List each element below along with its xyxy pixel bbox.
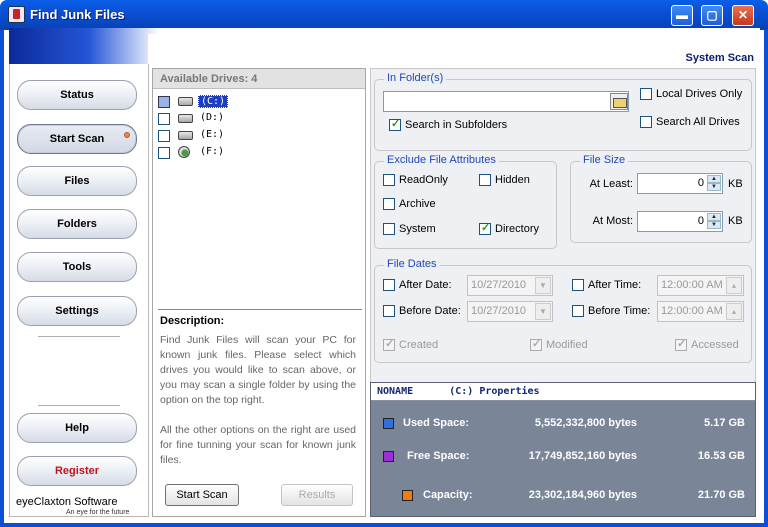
brand-logo-text: eyeClaxton Software [16, 496, 118, 508]
drive-properties-title: NONAME (C:) Properties [371, 383, 755, 401]
sidebar: Status Start Scan Files Folders Tools Se… [9, 64, 149, 517]
at-least-unit: KB [728, 178, 743, 190]
active-indicator-icon [124, 132, 130, 138]
nav-start-scan-button[interactable]: Start Scan [17, 124, 137, 154]
close-button[interactable]: ✕ [732, 5, 754, 26]
hard-drive-icon [178, 114, 193, 123]
folder-path-input[interactable] [383, 91, 629, 112]
spin-icon[interactable]: ▴ [726, 277, 742, 294]
at-least-label: At Least: [589, 178, 633, 190]
cd-drive-icon [178, 146, 190, 158]
nav-tools-button[interactable]: Tools [17, 252, 137, 282]
nav-folders-button[interactable]: Folders [17, 209, 137, 239]
description-title: Description: [160, 315, 225, 327]
checkbox[interactable] [572, 279, 584, 291]
drives-header: Available Drives: 4 [153, 69, 365, 89]
after-time-picker[interactable]: 12:00:00 AM ▴ [657, 275, 744, 296]
at-most-label: At Most: [592, 215, 633, 227]
checkbox[interactable] [640, 116, 652, 128]
checkbox[interactable] [383, 305, 395, 317]
browse-folder-icon[interactable] [610, 93, 628, 110]
spin-up-icon[interactable]: ▲ [707, 213, 721, 221]
header-banner-right [148, 34, 760, 64]
description-divider [158, 309, 362, 310]
app-icon [8, 6, 25, 23]
nav-divider [38, 336, 120, 337]
exclude-attributes-label: Exclude File Attributes [384, 154, 499, 166]
in-folder-label: In Folder(s) [384, 72, 447, 84]
checkbox[interactable] [389, 117, 401, 131]
brand-tagline: An eye for the future [66, 509, 130, 516]
checkbox[interactable] [383, 198, 395, 210]
checkbox[interactable] [640, 88, 652, 100]
description-text: Find Junk Files will scan your PC for kn… [160, 333, 356, 468]
at-least-stepper[interactable]: 0 ▲ ▼ [637, 173, 723, 194]
chevron-down-icon[interactable]: ▼ [535, 277, 551, 294]
drive-label: (E:) [200, 129, 225, 140]
spin-down-icon[interactable]: ▼ [707, 221, 721, 229]
description-paragraph: Find Junk Files will scan your PC for kn… [160, 334, 356, 406]
minimize-button[interactable]: ▬ [671, 5, 693, 26]
register-button[interactable]: Register [17, 456, 137, 486]
capacity-row: Capacity: 23,302,184,960 bytes 21.70 GB [371, 488, 757, 508]
drive-label: (D:) [200, 112, 225, 123]
nav-status-button[interactable]: Status [17, 80, 137, 110]
file-size-label: File Size [580, 154, 629, 166]
description-paragraph: All the other options on the right are u… [160, 424, 356, 466]
nav-settings-button[interactable]: Settings [17, 296, 137, 326]
drive-properties-panel: NONAME (C:) Properties Used Space: 5,552… [370, 382, 756, 517]
before-date-picker[interactable]: 10/27/2010 ▼ [467, 301, 553, 322]
checkbox[interactable] [383, 174, 395, 186]
checkbox[interactable] [383, 337, 395, 351]
title-bar: Find Junk Files ▬ ▢ ✕ [0, 0, 768, 30]
drive-label: (F:) [200, 146, 225, 157]
checkbox[interactable] [572, 305, 584, 317]
checkbox[interactable] [479, 221, 491, 235]
used-space-row: Used Space: 5,552,332,800 bytes 5.17 GB [371, 416, 757, 436]
checkbox[interactable] [383, 223, 395, 235]
results-button[interactable]: Results [281, 484, 353, 506]
chevron-down-icon[interactable]: ▼ [535, 303, 551, 320]
capacity-swatch [402, 490, 413, 501]
drive-checkbox[interactable] [158, 113, 170, 125]
free-space-swatch [383, 451, 394, 462]
start-scan-button[interactable]: Start Scan [165, 484, 239, 506]
nav-files-button[interactable]: Files [17, 166, 137, 196]
after-date-picker[interactable]: 10/27/2010 ▼ [467, 275, 553, 296]
spin-down-icon[interactable]: ▼ [707, 183, 721, 191]
free-space-row: Free Space: 17,749,852,160 bytes 16.53 G… [371, 449, 757, 469]
checkbox[interactable] [675, 337, 687, 351]
drives-panel: Available Drives: 4 (C:) (D:) (E:) (F:) … [152, 68, 366, 517]
help-button[interactable]: Help [17, 413, 137, 443]
drive-checkbox[interactable] [158, 147, 170, 159]
checkbox[interactable] [479, 174, 491, 186]
section-title: System Scan [685, 52, 754, 64]
before-time-picker[interactable]: 12:00:00 AM ▴ [657, 301, 744, 322]
checkbox[interactable] [530, 337, 542, 351]
nav-start-scan-label: Start Scan [49, 133, 105, 145]
spin-icon[interactable]: ▴ [726, 303, 742, 320]
file-dates-label: File Dates [384, 258, 440, 270]
drive-checkbox[interactable] [158, 96, 170, 108]
at-most-unit: KB [728, 215, 743, 227]
hard-drive-icon [178, 97, 193, 106]
spin-up-icon[interactable]: ▲ [707, 175, 721, 183]
maximize-button[interactable]: ▢ [701, 5, 723, 26]
checkbox[interactable] [383, 279, 395, 291]
hard-drive-icon [178, 131, 193, 140]
at-most-stepper[interactable]: 0 ▲ ▼ [637, 211, 723, 232]
drive-checkbox[interactable] [158, 130, 170, 142]
used-space-swatch [383, 418, 394, 429]
nav-divider [38, 405, 120, 406]
drive-label: (C:) [198, 95, 229, 108]
window-title: Find Junk Files [30, 7, 125, 22]
